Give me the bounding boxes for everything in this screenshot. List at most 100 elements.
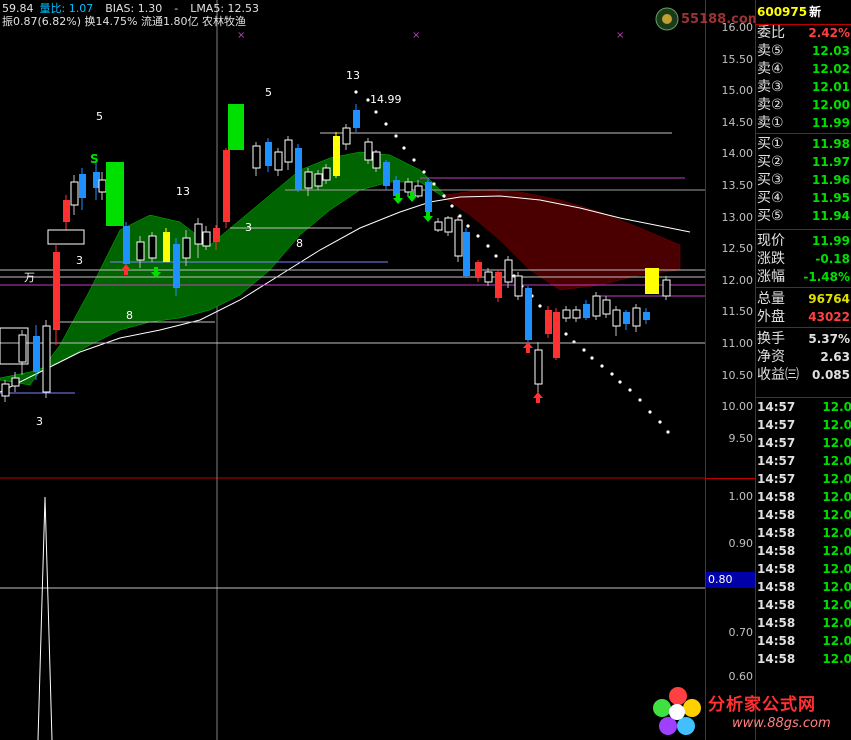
sar-dot <box>628 388 632 392</box>
up-arrow-icon <box>533 392 543 403</box>
candle-body <box>353 110 360 128</box>
kline-chart-area[interactable]: × × × 13 5 5 13 3 3 8 8 3 14.99 万 S 59.8… <box>0 0 705 740</box>
candle-body <box>514 275 523 297</box>
candle-body <box>304 171 313 189</box>
stock-code-number: 600975 <box>757 5 808 19</box>
quote-value: -0.18 <box>815 252 850 266</box>
tick-row: 14:58 12.0 <box>756 560 851 578</box>
quote-label: 净资 <box>757 349 785 365</box>
candle-body <box>182 237 191 259</box>
candle-body <box>553 312 560 358</box>
price-tick-label: 11.50 <box>721 305 754 319</box>
candle-body <box>484 271 493 283</box>
candle-body <box>425 182 432 212</box>
header-line-1: 59.84 量比: 1.07 BIAS: 1.30- LMA5: 12.53 <box>2 2 271 15</box>
tick-price: 12.0 <box>822 562 851 576</box>
tick-time: 14:58 <box>757 490 796 504</box>
candle-body <box>662 279 671 297</box>
green-box-a <box>106 162 124 226</box>
quote-label: 收益㈢ <box>757 367 799 383</box>
tick-row: 14:57 12.0 <box>756 398 851 416</box>
quote-row: 买③ 11.96 <box>756 171 851 189</box>
sar-dot <box>458 214 462 218</box>
count-label: 13 <box>176 185 190 198</box>
candle-body <box>504 259 513 283</box>
quote-value: 43022 <box>808 310 850 324</box>
tick-price: 12.0 <box>822 616 851 630</box>
quote-value: 0.085 <box>812 368 850 382</box>
sar-dot <box>384 122 388 126</box>
candle-body <box>136 241 145 261</box>
kline-chart-svg[interactable]: × × × 13 5 5 13 3 3 8 8 3 14.99 万 S <box>0 0 705 740</box>
quote-label: 换手 <box>757 331 785 347</box>
candle-body <box>404 181 413 193</box>
sar-dot <box>618 380 622 384</box>
quote-value: 11.98 <box>812 137 850 151</box>
tick-row: 14:58 12.0 <box>756 524 851 542</box>
quote-row: 涨幅 -1.48% <box>756 268 851 286</box>
quote-row: 买⑤ 11.94 <box>756 207 851 225</box>
tick-row: 14:58 12.0 <box>756 506 851 524</box>
tick-time: 14:58 <box>757 544 796 558</box>
quote-row: 换手 5.37% <box>756 330 851 348</box>
tick-time: 14:57 <box>757 436 796 450</box>
stock-code-suffix: 新 <box>809 5 822 19</box>
sar-dot <box>666 430 670 434</box>
candle-body <box>148 235 157 259</box>
quote-value: 12.02 <box>812 62 850 76</box>
tick-price: 12.0 <box>822 634 851 648</box>
quote-label: 买① <box>757 136 784 152</box>
quote-separator <box>756 133 851 134</box>
tick-price: 12.0 <box>822 454 851 468</box>
quote-value: 2.42% <box>808 26 850 40</box>
sar-dot <box>450 204 454 208</box>
quote-value: 11.94 <box>812 209 850 223</box>
tick-price: 12.0 <box>822 490 851 504</box>
candle-body <box>643 312 650 320</box>
quote-row: 净资 2.63 <box>756 348 851 366</box>
candle-body <box>632 307 641 327</box>
tick-row: 14:57 12.0 <box>756 434 851 452</box>
x-marker-1: × <box>237 30 245 41</box>
quote-label: 现价 <box>757 233 785 249</box>
candle-body <box>163 232 170 262</box>
sar-dot <box>374 110 378 114</box>
lower-tick-label: 0.90 <box>728 537 754 550</box>
tick-row: 14:58 12.0 <box>756 542 851 560</box>
candle-body <box>98 179 107 193</box>
tick-price: 12.0 <box>822 436 851 450</box>
header-line-2: 振0.87(6.82%) 换14.75% 流通1.80亿 农林牧渔 <box>2 15 246 28</box>
quote-separator <box>756 327 851 328</box>
candle-body <box>475 262 482 278</box>
lower-tick-label: 1.00 <box>728 490 754 503</box>
lower-spike <box>37 496 53 740</box>
tick-price: 12.0 <box>822 544 851 558</box>
tick-row: 14:58 12.0 <box>756 614 851 632</box>
sar-dot <box>610 372 614 376</box>
tick-price: 12.0 <box>822 400 851 414</box>
tick-row: 14:58 12.0 <box>756 488 851 506</box>
candle-body <box>463 232 470 276</box>
quote-row: 卖③ 12.01 <box>756 78 851 96</box>
count-label: 8 <box>296 237 303 250</box>
bottom-logo-url: www.88gs.com <box>732 716 831 731</box>
sar-dot <box>600 364 604 368</box>
count-label: 5 <box>265 86 272 99</box>
peak-price-label: 14.99 <box>370 93 402 106</box>
lower-tick-label: 0.60 <box>728 670 754 683</box>
quote-label: 涨幅 <box>757 269 785 285</box>
count-label: 8 <box>126 309 133 322</box>
tick-price: 12.0 <box>822 652 851 666</box>
header-field: - <box>174 2 179 15</box>
price-tick-label: 14.00 <box>721 147 754 161</box>
tick-time: 14:58 <box>757 616 796 630</box>
candle-body <box>612 309 621 327</box>
candle-body <box>252 145 261 169</box>
quote-value: 12.01 <box>812 80 850 94</box>
candle-body <box>364 141 373 161</box>
quote-row: 卖① 11.99 <box>756 114 851 132</box>
count-label: 13 <box>346 69 360 82</box>
sar-dot <box>486 244 490 248</box>
quote-value: 11.97 <box>812 155 850 169</box>
tick-price: 12.0 <box>822 598 851 612</box>
